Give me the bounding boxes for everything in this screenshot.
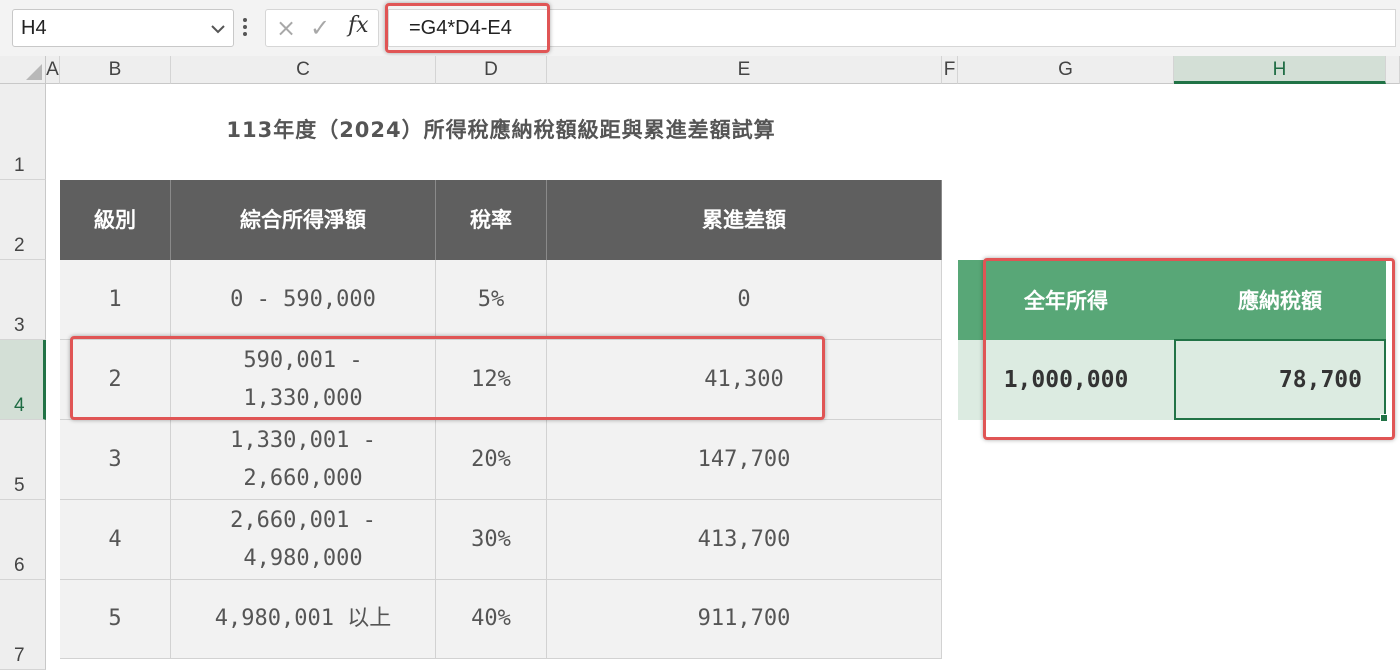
income-range-cell[interactable]: 0 - 590,000 [171,260,436,340]
level-cell[interactable]: 5 [60,580,171,659]
row-header-7[interactable]: 7 [0,580,46,670]
formula-highlight-box [385,3,550,53]
income-range-cell[interactable]: 2,660,001 -4,980,000 [171,500,436,580]
row-highlight-box [70,336,825,420]
chevron-down-icon[interactable] [209,16,227,47]
deduction-cell[interactable]: 147,700 [547,420,942,500]
column-header-g[interactable]: G [958,56,1174,84]
row-header-2[interactable]: 2 [0,180,46,260]
row-header-4[interactable]: 4 [0,340,46,420]
tax-rate-cell[interactable]: 20% [436,420,547,500]
select-all-corner[interactable] [0,56,46,84]
column-header-a[interactable]: A [46,56,60,84]
column-header-b[interactable]: B [60,56,171,84]
insert-function-icon[interactable]: fx [348,13,369,38]
level-cell[interactable]: 3 [60,420,171,500]
name-box[interactable]: H4 [12,9,234,47]
column-header-extra [1386,56,1400,84]
result-highlight-box [983,258,1395,440]
row-header-5[interactable]: 5 [0,420,46,500]
header-net-income[interactable]: 綜合所得淨額 [171,180,436,260]
row-header-3[interactable]: 3 [0,260,46,340]
column-header-c[interactable]: C [171,56,436,84]
formula-buttons: × ✓ fx [265,9,379,47]
check-icon[interactable]: ✓ [310,14,330,42]
column-header-e[interactable]: E [547,56,942,84]
name-box-value: H4 [21,17,47,39]
income-range-cell[interactable]: 4,980,001 以上 [171,580,436,659]
tax-rate-cell[interactable]: 5% [436,260,547,340]
vertical-dots-icon[interactable] [242,12,248,45]
tax-rate-cell[interactable]: 30% [436,500,547,580]
row-header-1[interactable]: 1 [0,84,46,180]
column-header-d[interactable]: D [436,56,547,84]
level-cell[interactable]: 4 [60,500,171,580]
header-progressive-deduction[interactable]: 累進差額 [547,180,942,260]
sheet-title[interactable]: 113年度（2024）所得稅應納稅額級距與累進差額試算 [60,114,942,144]
income-range-cell[interactable]: 1,330,001 -2,660,000 [171,420,436,500]
deduction-cell[interactable]: 911,700 [547,580,942,659]
formula-bar: H4 × ✓ fx =G4*D4-E4 [0,0,1400,56]
row-header-6[interactable]: 6 [0,500,46,580]
column-header-h[interactable]: H [1174,56,1386,84]
cancel-icon[interactable]: × [276,14,296,42]
header-tax-rate[interactable]: 稅率 [436,180,547,260]
column-header-f[interactable]: F [942,56,958,84]
tax-rate-cell[interactable]: 40% [436,580,547,659]
deduction-cell[interactable]: 0 [547,260,942,340]
header-level[interactable]: 級別 [60,180,171,260]
level-cell[interactable]: 1 [60,260,171,340]
deduction-cell[interactable]: 413,700 [547,500,942,580]
